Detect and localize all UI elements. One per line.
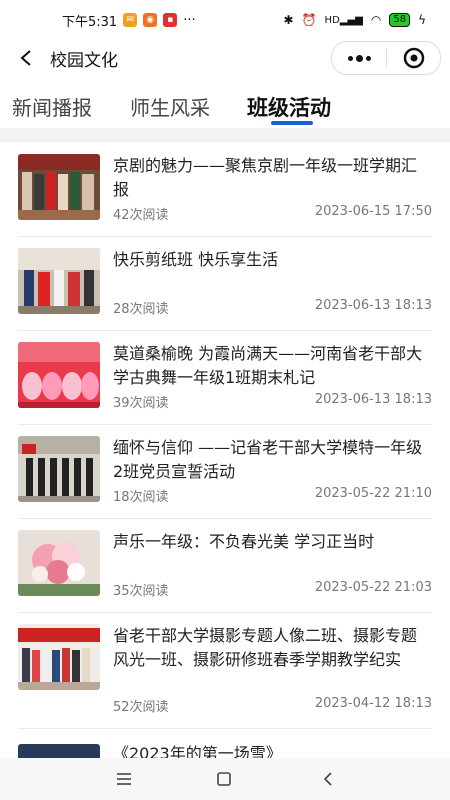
tab-news[interactable]: 新闻播报 (12, 92, 92, 121)
article-title: 省老干部大学摄影专题人像二班、摄影专题风光一班、摄影研修班春季学期教学纪实 (113, 626, 418, 669)
article-title: 莫道桑榆晚 为霞尚满天——河南省老干部大学古典舞一年级1班期末札记 (113, 344, 423, 387)
close-mini-program-button[interactable] (387, 42, 440, 74)
tab-teachers-students[interactable]: 师生风采 (130, 92, 210, 121)
read-count: 52次阅读 (113, 700, 169, 715)
article-thumbnail (18, 436, 100, 502)
article-item[interactable]: 京剧的魅力——聚焦京剧一年级一班学期汇报 42次阅读 2023-06-15 17… (18, 142, 432, 237)
article-thumbnail (18, 624, 100, 690)
more-options-button[interactable] (332, 42, 386, 74)
back-triangle-icon (323, 772, 332, 786)
article-thumbnail (18, 744, 100, 758)
active-tab-indicator (271, 121, 313, 125)
article-thumbnail (18, 154, 100, 220)
article-thumbnail (18, 530, 100, 596)
chat-notification-icon: ▪ (163, 13, 178, 27)
system-navigation-bar (0, 758, 450, 800)
article-item[interactable]: 快乐剪纸班 快乐享生活 28次阅读 2023-06-13 18:13 (18, 236, 432, 331)
article-title: 缅怀与信仰 ——记省老干部大学模特一年级2班党员宣誓活动 (113, 438, 423, 481)
dot-icon (365, 55, 371, 61)
navigation-bar: 校园文化 (0, 40, 450, 76)
publish-date: 2023-06-13 18:13 (314, 392, 432, 407)
article-meta: 28次阅读 2023-06-13 18:13 (113, 298, 432, 317)
status-more-icon: ··· (183, 12, 196, 28)
article-meta: 39次阅读 2023-06-13 18:13 (113, 392, 432, 411)
app-notification-icon: ◉ (143, 13, 158, 27)
read-count: 42次阅读 (113, 208, 169, 223)
article-meta: 18次阅读 2023-05-22 21:10 (113, 486, 432, 505)
battery-icon: 58 (389, 13, 411, 27)
article-thumbnail (18, 342, 100, 408)
article-title: 京剧的魅力——聚焦京剧一年级一班学期汇报 (113, 156, 418, 199)
read-count: 35次阅读 (113, 584, 169, 599)
article-meta: 42次阅读 2023-06-15 17:50 (113, 204, 432, 223)
publish-date: 2023-04-12 18:13 (314, 696, 432, 711)
alarm-icon: ⏰ (301, 13, 317, 27)
article-list: 京剧的魅力——聚焦京剧一年级一班学期汇报 42次阅读 2023-06-15 17… (0, 142, 450, 758)
charging-icon: ϟ (418, 13, 426, 27)
article-item[interactable]: 《2023年的第一场雪》 (18, 728, 432, 758)
status-bar: 下午5:31 ✉ ◉ ▪ ··· ✱ ⏰ HD▂▄▆ ◠ 58 ϟ (0, 0, 450, 40)
tab-class-activities[interactable]: 班级活动 (247, 92, 331, 122)
menu-icon (117, 773, 131, 785)
article-meta: 35次阅读 2023-05-22 21:03 (113, 580, 432, 599)
dot-icon (355, 54, 363, 62)
back-button[interactable] (12, 44, 40, 72)
publish-date: 2023-05-22 21:10 (314, 486, 432, 501)
section-divider (0, 128, 450, 142)
home-button[interactable] (212, 768, 236, 790)
target-icon (403, 47, 424, 69)
page-title: 校园文化 (50, 51, 118, 71)
back-arrow-icon (20, 50, 31, 66)
publish-date: 2023-06-15 17:50 (314, 204, 432, 219)
article-meta: 52次阅读 2023-04-12 18:13 (113, 696, 432, 715)
article-item[interactable]: 省老干部大学摄影专题人像二班、摄影专题风光一班、摄影研修班春季学期教学纪实 52… (18, 612, 432, 729)
network-type: HD (324, 14, 340, 26)
article-item[interactable]: 莫道桑榆晚 为霞尚满天——河南省老干部大学古典舞一年级1班期末札记 39次阅读 … (18, 330, 432, 425)
publish-date: 2023-06-13 18:13 (314, 298, 432, 313)
mini-program-capsule (331, 41, 441, 75)
status-time: 下午5:31 (62, 14, 118, 30)
article-item[interactable]: 声乐一年级：不负春光美 学习正当时 35次阅读 2023-05-22 21:03 (18, 518, 432, 613)
signal-icon: HD▂▄▆ (324, 14, 363, 26)
article-thumbnail (18, 248, 100, 314)
category-tabs: 新闻播报 师生风采 班级活动 (0, 86, 450, 126)
message-notification-icon: ✉ (123, 13, 138, 27)
article-item[interactable]: 缅怀与信仰 ——记省老干部大学模特一年级2班党员宣誓活动 18次阅读 2023-… (18, 424, 432, 519)
home-square-icon (217, 772, 231, 786)
read-count: 39次阅读 (113, 396, 169, 411)
dot-icon (347, 55, 353, 61)
wifi-icon: ◠ (370, 13, 382, 27)
article-title: 《2023年的第一场雪》 (113, 744, 282, 758)
read-count: 18次阅读 (113, 490, 169, 505)
publish-date: 2023-05-22 21:03 (314, 580, 432, 595)
article-title: 声乐一年级：不负春光美 学习正当时 (113, 532, 375, 551)
menu-button[interactable] (112, 768, 136, 790)
read-count: 28次阅读 (113, 302, 169, 317)
system-back-button[interactable] (316, 768, 340, 790)
bluetooth-icon: ✱ (283, 13, 294, 27)
article-title: 快乐剪纸班 快乐享生活 (113, 250, 279, 269)
